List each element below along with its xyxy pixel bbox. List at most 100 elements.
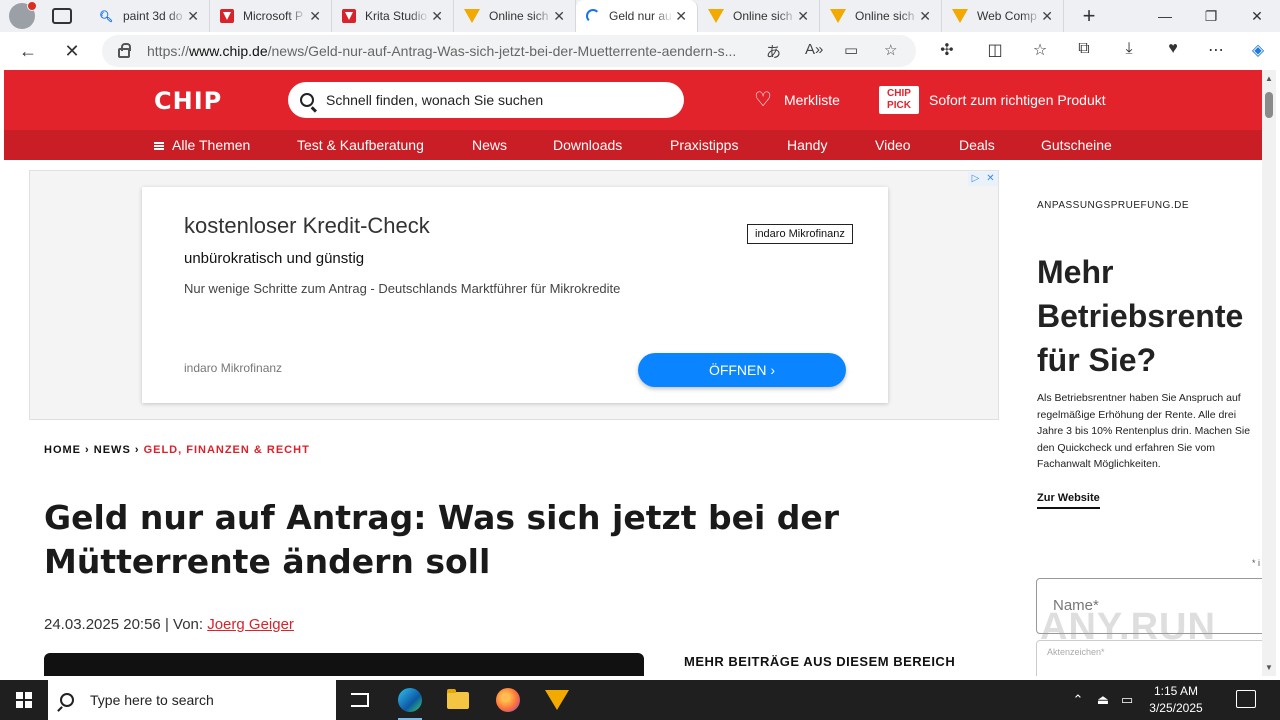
system-clock[interactable]: 1:15 AM 3/25/2025 <box>1140 683 1212 717</box>
tab-title: Online sich <box>733 9 793 23</box>
nav-item-alle-themen[interactable]: Alle Themen <box>154 137 250 153</box>
more-articles-heading: MEHR BEITRÄGE AUS DIESEM BEREICH <box>684 654 956 669</box>
stop-loading-icon[interactable]: ✕ <box>54 33 90 69</box>
chip-pick-logo[interactable]: CHIP PICK <box>879 86 919 114</box>
breadcrumb-category[interactable]: GELD, FINANZEN & RECHT <box>144 444 310 456</box>
task-view-button[interactable] <box>336 680 384 720</box>
ad-description: Nur wenige Schritte zum Antrag - Deutsch… <box>184 281 621 296</box>
chip-pick-link[interactable]: Sofort zum richtigen Produkt <box>929 92 1106 108</box>
close-tab-icon[interactable]: ✕ <box>187 8 199 25</box>
nav-item-handy[interactable]: Handy <box>787 137 827 153</box>
new-tab-button[interactable]: + <box>1074 3 1104 29</box>
network-icon[interactable]: ▭ <box>1117 680 1137 720</box>
article-image <box>44 653 644 676</box>
collections-icon[interactable]: ⧉ <box>1072 40 1096 58</box>
close-tab-icon[interactable]: ✕ <box>1041 8 1053 25</box>
tray-overflow-icon[interactable]: ⌃ <box>1068 680 1088 720</box>
usb-icon[interactable]: ⏏ <box>1093 680 1113 720</box>
favorites-icon[interactable]: ☆ <box>1028 40 1052 60</box>
folder-icon <box>447 688 469 709</box>
nav-item-deals[interactable]: Deals <box>959 137 995 153</box>
browser-tab[interactable]: Microsoft P ✕ <box>210 0 332 32</box>
taskbar-search-input[interactable]: Type here to search <box>48 680 336 720</box>
downloads-icon[interactable]: ⤓ <box>1117 40 1141 58</box>
tab-title: Geld nur au <box>609 9 672 23</box>
red-flag-icon <box>342 9 356 23</box>
edge-taskbar-button[interactable] <box>386 680 434 720</box>
minimize-icon[interactable]: — <box>1142 0 1188 32</box>
close-tab-icon[interactable]: ✕ <box>919 8 931 25</box>
close-tab-icon[interactable]: ✕ <box>553 8 565 25</box>
split-screen-icon[interactable]: ◫ <box>983 40 1007 60</box>
browser-tab[interactable]: Online sich ✕ <box>454 0 576 32</box>
chip-logo[interactable]: CHIP <box>154 87 222 115</box>
taskbar: Type here to search ⌃ ⏏ ▭ 1:15 AM 3/25/2… <box>0 680 1280 720</box>
file-explorer-button[interactable] <box>434 680 482 720</box>
adchoices-play-icon[interactable]: ▷ <box>968 172 983 186</box>
close-tab-icon[interactable]: ✕ <box>309 8 321 25</box>
adchoices-icon[interactable]: ▷ ✕ <box>968 172 998 186</box>
author-link[interactable]: Joerg Geiger <box>207 616 294 633</box>
restore-icon[interactable]: ❐ <box>1188 0 1234 32</box>
copilot-icon[interactable]: ◈ <box>1246 40 1270 60</box>
ad-close-icon[interactable]: ✕ <box>983 172 998 186</box>
browser-tab-active[interactable]: Geld nur au ✕ <box>576 0 698 32</box>
merkliste-link[interactable]: ♡ Merkliste <box>754 90 840 110</box>
scroll-up-icon[interactable]: ▲ <box>1265 74 1273 83</box>
browser-tab[interactable]: Online sich ✕ <box>698 0 820 32</box>
ad-open-button[interactable]: ÖFFNEN › <box>638 353 846 387</box>
favorite-star-icon[interactable]: ☆ <box>884 41 897 59</box>
vlc-button[interactable] <box>533 680 581 720</box>
start-button[interactable] <box>0 680 48 720</box>
close-tab-icon[interactable]: ✕ <box>431 8 443 25</box>
translate-icon[interactable]: あ <box>766 41 781 62</box>
nav-item-video[interactable]: Video <box>875 137 911 153</box>
page-scrollbar[interactable]: ▲ ▼ <box>1262 70 1276 676</box>
banner-ad: ▷ ✕ kostenloser Kredit-Check unbürokratis… <box>29 170 999 420</box>
browser-tab[interactable]: Web Comp ✕ <box>942 0 1064 32</box>
site-search-input[interactable]: Schnell finden, wonach Sie suchen <box>288 82 684 118</box>
nav-item-news[interactable]: News <box>472 137 507 153</box>
read-aloud-icon[interactable]: A» <box>805 41 823 58</box>
ad-brand-badge: indaro Mikrofinanz <box>747 224 853 244</box>
browser-tab[interactable]: 🔍︎ paint 3d do ✕ <box>88 0 210 32</box>
browser-tab[interactable]: Krita Studio ✕ <box>332 0 454 32</box>
tab-actions-icon[interactable] <box>52 8 72 24</box>
clock-date: 3/25/2025 <box>1149 701 1203 715</box>
page-viewport: CHIP Schnell finden, wonach Sie suchen ♡… <box>4 70 1262 676</box>
nav-item-downloads[interactable]: Downloads <box>553 137 622 153</box>
breadcrumb-news[interactable]: NEWS <box>94 444 131 456</box>
notifications-icon[interactable] <box>1236 690 1256 708</box>
browser-tab[interactable]: Online sich ✕ <box>820 0 942 32</box>
sidebar-ad-link[interactable]: Zur Website <box>1037 492 1100 509</box>
back-arrow-icon[interactable]: ← <box>10 33 46 69</box>
clock-time: 1:15 AM <box>1153 684 1199 698</box>
browser-tab-strip: 🔍︎ paint 3d do ✕ Microsoft P ✕ Krita Stu… <box>0 0 1280 32</box>
close-tab-icon[interactable]: ✕ <box>675 8 687 25</box>
extensions-icon[interactable]: ✣ <box>935 40 959 60</box>
close-tab-icon[interactable]: ✕ <box>797 8 809 25</box>
address-bar[interactable]: https://www.chip.de/news/Geld-nur-auf-An… <box>102 35 916 67</box>
profile-avatar[interactable] <box>9 1 37 29</box>
ad-brand: indaro Mikrofinanz <box>184 361 283 375</box>
nav-item-test[interactable]: Test & Kaufberatung <box>297 137 424 153</box>
close-window-icon[interactable]: ✕ <box>1234 0 1280 32</box>
scrollbar-thumb[interactable] <box>1265 92 1273 118</box>
search-placeholder: Schnell finden, wonach Sie suchen <box>326 92 544 108</box>
nav-item-praxistipps[interactable]: Praxistipps <box>670 137 738 153</box>
scroll-down-icon[interactable]: ▼ <box>1265 663 1273 672</box>
sidebar-ad-headline[interactable]: Mehr Betriebsrente für Sie? <box>1037 250 1262 382</box>
nav-item-gutscheine[interactable]: Gutscheine <box>1041 137 1112 153</box>
search-icon <box>300 93 314 107</box>
firefox-button[interactable] <box>484 680 532 720</box>
orange-cone-icon <box>830 9 846 23</box>
reader-view-icon[interactable]: ▭ <box>844 41 858 59</box>
lock-icon[interactable] <box>118 43 131 58</box>
breadcrumb-home[interactable]: HOME <box>44 444 81 456</box>
performance-icon[interactable]: ♥ <box>1161 40 1185 58</box>
taskbar-search-placeholder: Type here to search <box>90 692 214 708</box>
url-text: https://www.chip.de/news/Geld-nur-auf-An… <box>147 43 737 59</box>
edge-icon <box>398 688 422 712</box>
ad-card[interactable]: kostenloser Kredit-Check unbürokratisch … <box>142 187 888 403</box>
more-options-icon[interactable]: ⋯ <box>1204 40 1228 60</box>
